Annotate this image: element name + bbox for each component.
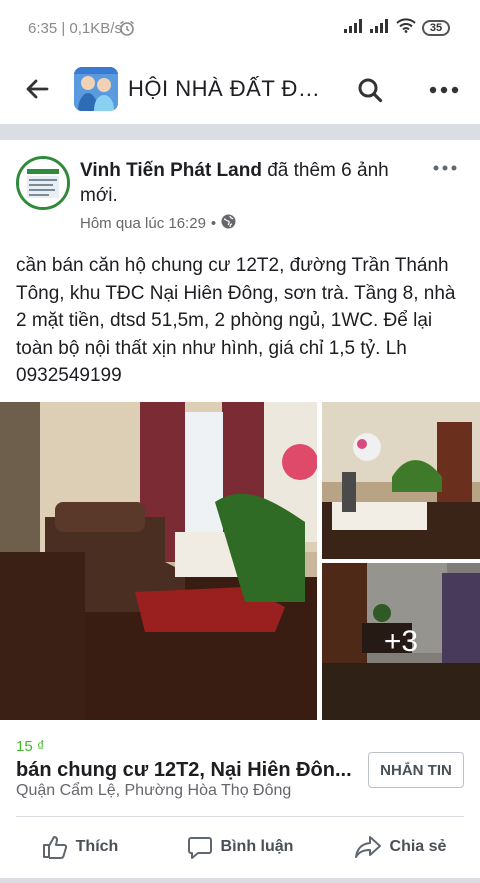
author-avatar[interactable] [16, 156, 70, 210]
share-icon [354, 836, 381, 858]
listing-title[interactable]: bán chung cư 12T2, Nại Hiên Đôn... [16, 759, 356, 782]
share-button[interactable]: Chia sẻ [320, 817, 480, 877]
feed-divider [0, 124, 480, 140]
more-icon [429, 86, 459, 94]
more-icon [433, 165, 457, 171]
post: Vinh Tiến Phát Land đã thêm 6 ảnh mới. H… [0, 140, 480, 878]
status-bar: 6:35 | 0,1KB/s 35 [0, 0, 480, 58]
comment-icon [187, 837, 212, 859]
more-options-button[interactable] [424, 72, 464, 108]
post-photo-main[interactable] [0, 402, 317, 720]
status-time: 6:35 | 0,1KB/s [28, 20, 122, 37]
globe-icon [221, 214, 236, 233]
dot-separator: • [210, 215, 217, 232]
post-actions: Thích Bình luận Chia sẻ [0, 817, 480, 877]
comment-button[interactable]: Bình luận [160, 817, 320, 877]
comment-label: Bình luận [220, 838, 294, 855]
post-timestamp[interactable]: Hôm qua lúc 16:29 [80, 215, 206, 232]
wifi-icon [396, 18, 416, 38]
post-photo-2[interactable] [322, 402, 480, 559]
search-icon [358, 78, 383, 103]
author-name[interactable]: Vinh Tiến Phát Land [80, 160, 262, 181]
signal-icon [344, 18, 364, 38]
post-headline: Vinh Tiến Phát Land đã thêm 6 ảnh mới. [80, 158, 410, 208]
share-label: Chia sẻ [389, 838, 447, 855]
like-icon [42, 836, 67, 859]
post-meta: Hôm qua lúc 16:29 • [80, 214, 236, 233]
feed-divider-bottom [0, 878, 480, 883]
message-button[interactable]: NHẮN TIN [368, 752, 464, 788]
back-arrow-icon [26, 79, 49, 99]
status-indicators: 35 [344, 18, 450, 38]
group-avatar[interactable] [74, 67, 118, 111]
signal-icon [370, 18, 390, 38]
back-button[interactable] [20, 72, 54, 106]
app-bar: HỘI NHÀ ĐẤT ĐÀ... [0, 58, 480, 120]
group-title[interactable]: HỘI NHÀ ĐẤT ĐÀ... [128, 76, 328, 102]
more-photos-overlay[interactable]: +3 [322, 563, 480, 720]
like-button[interactable]: Thích [0, 817, 160, 877]
post-text: cần bán căn hộ chung cư 12T2, đường Trần… [16, 255, 456, 386]
search-button[interactable] [352, 72, 388, 108]
alarm-icon [118, 19, 136, 42]
battery-icon: 35 [422, 20, 450, 36]
listing-price: 15 ₫ [16, 738, 45, 755]
post-more-button[interactable] [428, 156, 462, 180]
listing-location: Quận Cẩm Lệ, Phường Hòa Thọ Đông [16, 782, 292, 799]
like-label: Thích [75, 838, 119, 855]
post-photo-3[interactable]: +3 [322, 563, 480, 720]
